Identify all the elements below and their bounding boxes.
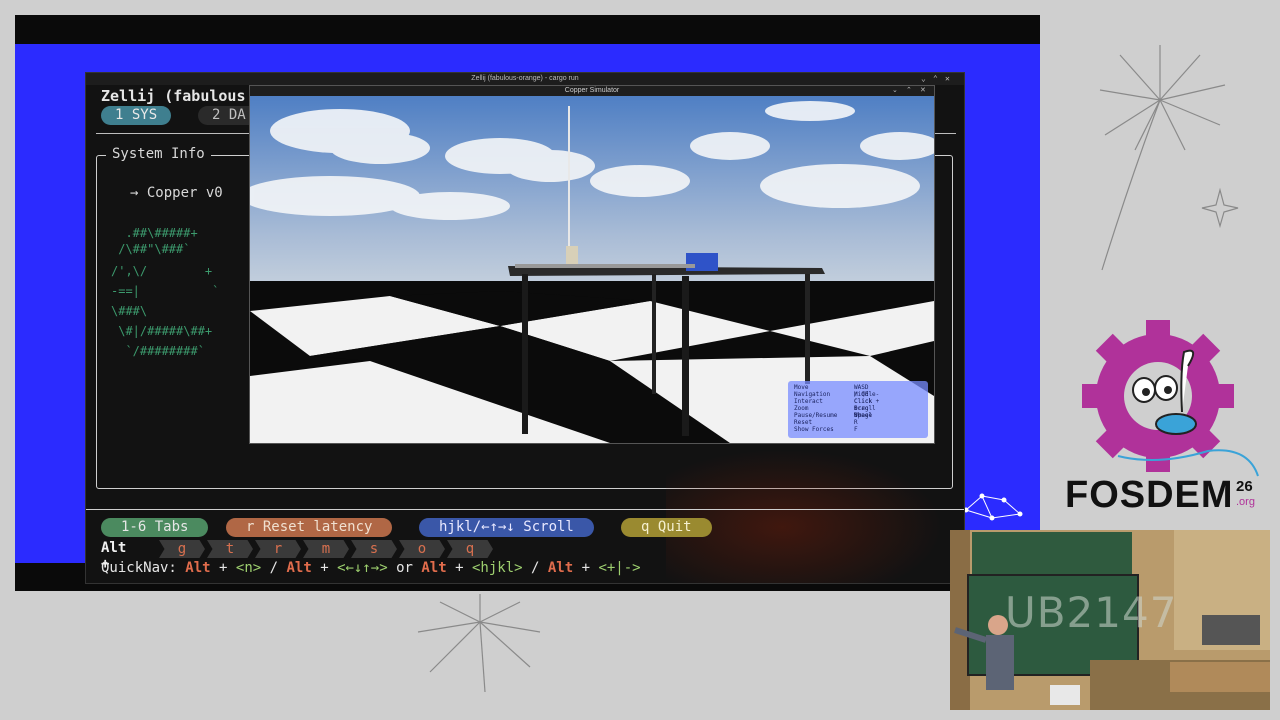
quicknav-prefix: QuickNav: xyxy=(101,560,186,576)
tab-sys[interactable]: 1 SYS xyxy=(101,106,172,125)
alt-key-t[interactable]: t xyxy=(207,540,253,558)
quicknav-plus: + xyxy=(210,560,236,576)
copper-simulator-window[interactable]: Copper Simulator ⌄ ⌃ ✕ Move WASD / QE Na… xyxy=(249,85,935,444)
ascii-art-line: -==| ` xyxy=(111,284,220,298)
quicknav-alt: Alt xyxy=(185,560,211,576)
fosdem-tld: .org xyxy=(1236,496,1255,508)
quicknav-line: QuickNav: Alt + <n> / Alt + <←↓↑→> or Al… xyxy=(101,560,641,576)
control-row: Move WASD / QE xyxy=(794,384,869,398)
sim-minimize-icon[interactable]: ⌄ xyxy=(892,86,898,96)
minimize-icon[interactable]: ⌄ xyxy=(921,73,926,85)
ascii-art-line: \###\ xyxy=(111,304,148,318)
status-bar-divider xyxy=(86,509,964,510)
ascii-art-line: \#|/#####\##+ xyxy=(111,324,213,338)
alt-key-q[interactable]: q xyxy=(447,540,493,558)
fosdem-wordmark: FOSDEM xyxy=(1065,474,1234,516)
quicknav-alt: Alt xyxy=(286,560,312,576)
ascii-art-line: .##\#####+ xyxy=(111,226,198,240)
status-scroll-hint[interactable]: hjkl/←↑→↓ Scroll xyxy=(419,518,594,537)
alt-key-s[interactable]: s xyxy=(351,540,397,558)
quicknav-sep: / xyxy=(261,560,287,576)
quicknav-or: or xyxy=(387,560,422,576)
control-row: Pause/Resume Space xyxy=(794,412,873,419)
firework-decoration-icon xyxy=(1099,45,1239,271)
speaker-webcam-inset: UB2147 xyxy=(950,530,1270,710)
pane-title: System Info xyxy=(106,146,211,162)
control-row: Interact Click + Drag xyxy=(794,398,873,419)
status-quit-hint[interactable]: q Quit xyxy=(621,518,712,537)
maximize-icon[interactable]: ⌃ xyxy=(933,73,938,85)
control-row: Show Forces F xyxy=(794,426,858,433)
quicknav-hjkl-key: <hjkl> xyxy=(471,560,523,576)
alt-key-m[interactable]: m xyxy=(303,540,349,558)
controls-help-panel: Move WASD / QE Navigation Middle-Click + D… xyxy=(788,381,928,438)
constellation-icon xyxy=(963,493,1023,521)
fosdem-year: 26 xyxy=(1236,478,1253,495)
alt-key-g[interactable]: g xyxy=(159,540,205,558)
sim-close-icon[interactable]: ✕ xyxy=(920,86,926,96)
quicknav-n-key: <n> xyxy=(235,560,262,576)
ascii-art-line: /\##"\###` xyxy=(111,242,191,256)
board-room-number: UB2147 xyxy=(1005,588,1178,637)
status-tabs-hint[interactable]: 1-6 Tabs xyxy=(101,518,209,537)
status-reset-latency-hint[interactable]: r Reset latency xyxy=(226,518,393,537)
simulator-titlebar[interactable]: Copper Simulator xyxy=(250,86,934,96)
sim-pendulum-rod[interactable] xyxy=(568,106,570,264)
sim-maximize-icon[interactable]: ⌃ xyxy=(906,86,912,96)
ascii-art-line: `/########` xyxy=(111,344,205,358)
zellij-session-title: Zellij (fabulous xyxy=(101,87,246,105)
ascii-art-line: /',\/ + xyxy=(111,264,213,278)
quicknav-arrows-key: <←↓↑→> xyxy=(337,560,388,576)
quicknav-alt: Alt xyxy=(547,560,574,576)
terminal-titlebar[interactable]: Zellij (fabulous-orange) - cargo run xyxy=(86,73,964,85)
control-row: Navigation Middle-Click + Drag xyxy=(794,391,880,412)
alt-key-r[interactable]: r xyxy=(255,540,301,558)
alt-key-o[interactable]: o xyxy=(399,540,445,558)
quicknav-plus: + xyxy=(446,560,472,576)
quicknav-plus: + xyxy=(311,560,338,576)
control-row: Reset R xyxy=(794,419,858,426)
slide-top-bar xyxy=(15,15,1040,44)
fosdem-gear-logo-icon xyxy=(1082,320,1259,477)
quicknav-plusminus-key: <+|-> xyxy=(598,560,641,576)
copper-version-line: → Copper v0 xyxy=(130,185,223,201)
quicknav-alt: Alt xyxy=(421,560,447,576)
sim-blue-block[interactable] xyxy=(686,253,718,271)
background-fire-texture xyxy=(666,443,956,583)
control-row: Zoom Scroll Wheel xyxy=(794,405,876,419)
quicknav-sep: / xyxy=(522,560,548,576)
firework-decoration-bottom-icon xyxy=(417,594,541,693)
quicknav-plus: + xyxy=(573,560,599,576)
close-icon[interactable]: ✕ xyxy=(945,73,950,85)
